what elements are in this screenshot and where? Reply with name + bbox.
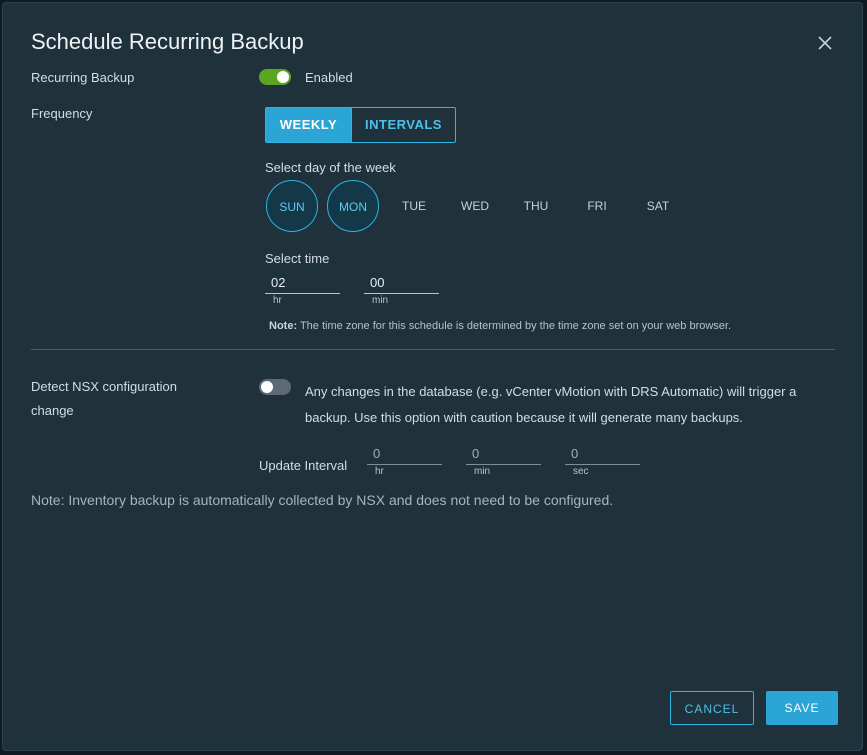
save-button[interactable]: SAVE: [766, 691, 838, 725]
detect-config-label-line1: Detect NSX configuration: [31, 379, 177, 394]
toggle-knob: [277, 71, 289, 83]
day-wed[interactable]: WED: [449, 180, 501, 232]
interval-second-unit: sec: [573, 466, 589, 477]
detect-config-description: Any changes in the database (e.g. vCente…: [305, 384, 797, 425]
interval-minute-unit: min: [474, 466, 491, 477]
timezone-note-text: The time zone for this schedule is deter…: [297, 320, 732, 332]
close-icon: [818, 36, 832, 50]
section-divider: [31, 349, 835, 350]
toggle-knob: [261, 381, 273, 393]
cancel-button[interactable]: CANCEL: [670, 691, 754, 725]
day-sat[interactable]: SAT: [632, 180, 684, 232]
frequency-label: Frequency: [31, 106, 93, 121]
close-button[interactable]: [815, 33, 835, 53]
frequency-intervals-button[interactable]: INTERVALS: [351, 108, 455, 142]
time-hour-unit: hr: [273, 295, 282, 306]
interval-hour-unit: hr: [375, 466, 384, 477]
time-minute-input[interactable]: 00: [364, 273, 439, 294]
select-day-label: Select day of the week: [265, 160, 396, 175]
recurring-backup-status: Enabled: [305, 70, 353, 85]
interval-minute-input[interactable]: 0: [466, 444, 541, 465]
day-thu[interactable]: THU: [510, 180, 562, 232]
time-hour-input[interactable]: 02: [265, 273, 340, 294]
timezone-note: Note: The time zone for this schedule is…: [269, 320, 731, 332]
frequency-selector: WEEKLY INTERVALS: [265, 107, 456, 143]
interval-hour-field[interactable]: 0 hr: [367, 444, 442, 477]
day-fri[interactable]: FRI: [571, 180, 623, 232]
select-time-label: Select time: [265, 251, 330, 266]
recurring-backup-label: Recurring Backup: [31, 70, 135, 85]
interval-minute-field[interactable]: 0 min: [466, 444, 541, 477]
frequency-weekly-button[interactable]: WEEKLY: [266, 108, 351, 142]
timezone-note-prefix: Note:: [269, 320, 298, 332]
time-minute-field[interactable]: 00 min: [364, 273, 439, 306]
detect-config-toggle[interactable]: [259, 379, 291, 395]
interval-second-field[interactable]: 0 sec: [565, 444, 640, 477]
inventory-backup-note: Note: Inventory backup is automatically …: [31, 492, 614, 508]
update-interval-label: Update Interval: [259, 458, 348, 473]
time-hour-field[interactable]: 02 hr: [265, 273, 340, 306]
interval-hour-input[interactable]: 0: [367, 444, 442, 465]
time-minute-unit: min: [372, 295, 389, 306]
schedule-backup-dialog: Schedule Recurring Backup Recurring Back…: [2, 2, 863, 751]
recurring-backup-toggle[interactable]: [259, 69, 291, 85]
day-mon[interactable]: MON: [327, 180, 379, 232]
day-tue[interactable]: TUE: [388, 180, 440, 232]
detect-config-label-line2: change: [31, 403, 74, 418]
dialog-title: Schedule Recurring Backup: [31, 29, 304, 54]
interval-second-input[interactable]: 0: [565, 444, 640, 465]
day-sun[interactable]: SUN: [266, 180, 318, 232]
